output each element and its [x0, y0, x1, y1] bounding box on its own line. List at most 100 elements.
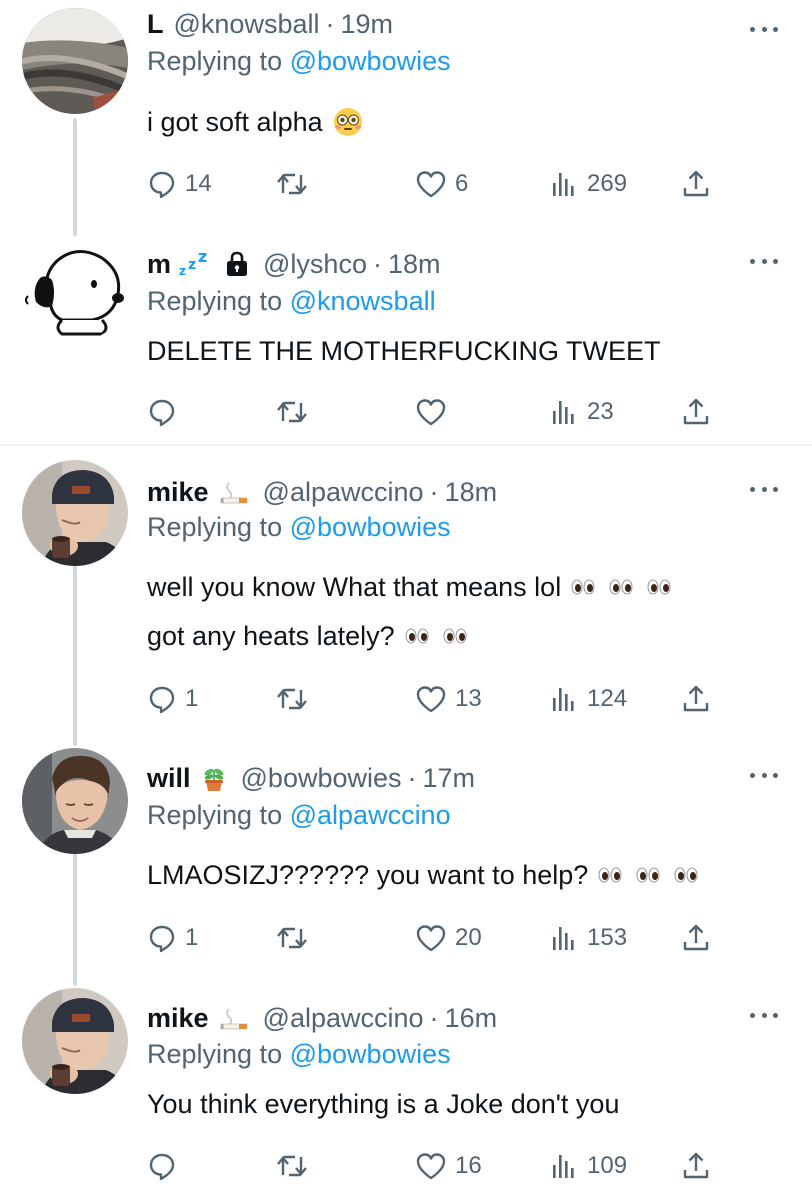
replying-to-label: Replying to: [147, 286, 283, 316]
flushed-face-icon: [333, 107, 363, 137]
views-button[interactable]: 269: [549, 164, 627, 204]
user-handle[interactable]: @lyshco: [263, 249, 367, 280]
views-button[interactable]: 153: [549, 918, 627, 958]
views-button[interactable]: 23: [549, 392, 614, 432]
reply-count: 1: [185, 685, 199, 712]
timestamp[interactable]: 18m: [388, 249, 441, 280]
user-handle[interactable]: @alpawccino: [263, 1003, 424, 1034]
replying-to-label: Replying to: [147, 512, 283, 542]
tweet-actions: 1 13 124: [147, 679, 727, 719]
separator: ·: [325, 8, 335, 39]
mention-link[interactable]: @knowsball: [290, 286, 436, 316]
separator: ·: [429, 1002, 439, 1033]
reply-button[interactable]: 1: [147, 918, 198, 958]
svg-text:z: z: [198, 249, 207, 266]
conversation-divider: [0, 444, 812, 446]
share-button[interactable]: [681, 918, 711, 958]
avatar[interactable]: [22, 748, 128, 854]
share-icon: [681, 169, 711, 199]
view-count: 269: [587, 170, 628, 197]
timestamp[interactable]: 18m: [445, 477, 498, 508]
like-button[interactable]: 20: [415, 918, 482, 958]
replying-to: Replying to @knowsball: [147, 286, 436, 317]
tweet-text-line: DELETE THE MOTHERFUCKING TWEET: [147, 335, 661, 366]
replying-to-label: Replying to: [147, 800, 283, 830]
replying-to-label: Replying to: [147, 46, 283, 76]
user-handle[interactable]: @alpawccino: [263, 477, 424, 508]
tweet-text: DELETE THE MOTHERFUCKING TWEET: [147, 334, 661, 368]
share-button[interactable]: [681, 1146, 711, 1186]
user-handle[interactable]: @knowsball: [174, 9, 320, 40]
view-count: 153: [587, 924, 628, 951]
reply-button[interactable]: [147, 1146, 185, 1186]
avatar[interactable]: [22, 460, 128, 566]
replying-to: Replying to @bowbowies: [147, 512, 451, 543]
views-button[interactable]: 109: [549, 1146, 627, 1186]
retweet-button[interactable]: [275, 164, 317, 204]
potted-plant-icon: [201, 764, 227, 792]
tweet-text-line: You think everything is a Joke don't you: [147, 1088, 620, 1119]
heart-icon: [415, 1151, 447, 1181]
retweet-button[interactable]: [275, 918, 317, 958]
tweet-text: i got soft alpha: [147, 104, 363, 140]
mention-link[interactable]: @bowbowies: [290, 1039, 451, 1069]
view-count: 23: [587, 398, 614, 425]
share-icon: [681, 923, 711, 953]
view-count: 109: [587, 1152, 628, 1179]
avatar[interactable]: [22, 988, 128, 1094]
reply-button[interactable]: [147, 392, 185, 432]
share-button[interactable]: [681, 164, 711, 204]
user-handle[interactable]: @bowbowies: [241, 763, 402, 794]
reply-button[interactable]: 14: [147, 164, 212, 204]
replying-to: Replying to @bowbowies: [147, 1039, 451, 1070]
display-name[interactable]: m: [147, 249, 171, 280]
reply-button[interactable]: 1: [147, 679, 198, 719]
retweet-icon: [275, 1151, 309, 1181]
display-name[interactable]: mike: [147, 477, 209, 508]
display-name[interactable]: L: [147, 9, 164, 40]
timestamp[interactable]: 16m: [445, 1003, 498, 1034]
tweet-text-line: LMAOSIZJ?????? you want to help?: [147, 859, 589, 890]
retweet-button[interactable]: [275, 392, 317, 432]
like-button[interactable]: 6: [415, 164, 468, 204]
share-icon: [681, 397, 711, 427]
like-count: 13: [455, 685, 482, 712]
cigarette-icon: [219, 1005, 249, 1031]
eyes-icon: [598, 864, 706, 886]
avatar[interactable]: [22, 8, 128, 114]
retweet-button[interactable]: [275, 1146, 317, 1186]
like-button[interactable]: 13: [415, 679, 482, 719]
retweet-icon: [275, 397, 309, 427]
retweet-button[interactable]: [275, 679, 317, 719]
timestamp[interactable]: 17m: [423, 763, 476, 794]
like-button[interactable]: [415, 392, 455, 432]
mention-link[interactable]: @alpawccino: [290, 800, 451, 830]
sleeping-icon: z z z: [179, 247, 215, 279]
retweet-icon: [275, 923, 309, 953]
mention-link[interactable]: @bowbowies: [290, 46, 451, 76]
bar-chart-icon: [549, 397, 579, 427]
display-name[interactable]: will: [147, 763, 191, 794]
tweet-actions: 23: [147, 392, 727, 432]
more-options-icon[interactable]: [750, 484, 778, 494]
avatar[interactable]: [22, 236, 128, 342]
like-count: 16: [455, 1152, 482, 1179]
more-options-icon[interactable]: [750, 1010, 778, 1020]
more-options-icon[interactable]: [750, 24, 778, 34]
separator: ·: [429, 476, 439, 507]
tweet-text-line: i got soft alpha: [147, 106, 323, 137]
more-options-icon[interactable]: [750, 256, 778, 266]
timestamp[interactable]: 19m: [340, 9, 393, 40]
share-button[interactable]: [681, 392, 711, 432]
tweet-text: You think everything is a Joke don't you: [147, 1086, 619, 1122]
heart-icon: [415, 397, 447, 427]
like-button[interactable]: 16: [415, 1146, 482, 1186]
display-name[interactable]: mike: [147, 1003, 209, 1034]
lock-icon: [225, 251, 249, 277]
mention-link[interactable]: @bowbowies: [290, 512, 451, 542]
separator: ·: [407, 762, 417, 793]
tweet-text: well you know What that means lol: [147, 569, 679, 605]
views-button[interactable]: 124: [549, 679, 627, 719]
share-button[interactable]: [681, 679, 711, 719]
more-options-icon[interactable]: [750, 770, 778, 780]
